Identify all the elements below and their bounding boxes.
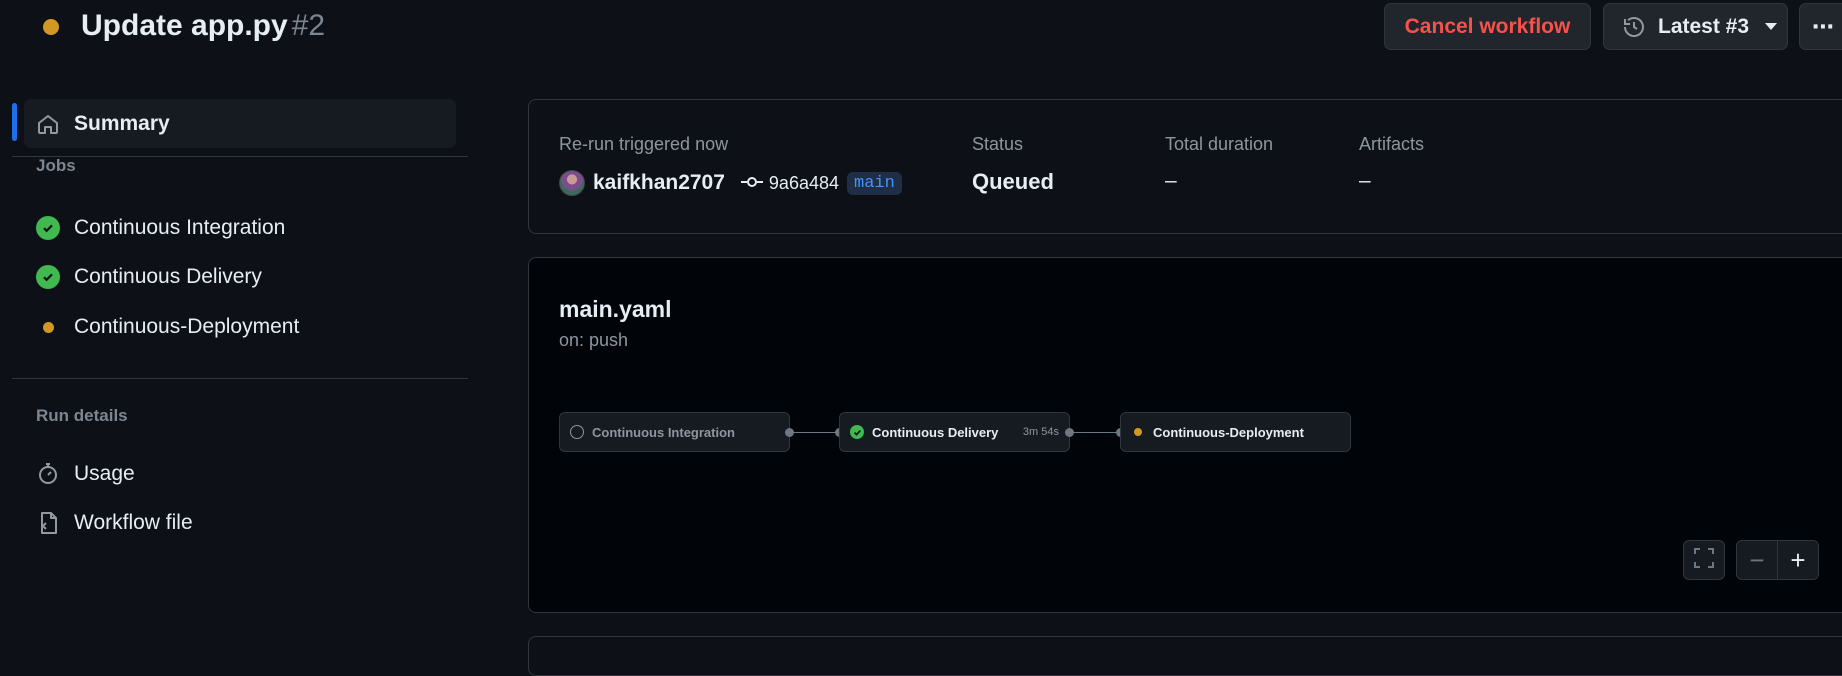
avatar[interactable] (559, 170, 585, 196)
run-number: #2 (291, 9, 326, 42)
fullscreen-icon (1693, 547, 1715, 574)
status-value: Queued (972, 169, 1054, 194)
duration-label: Total duration (1165, 134, 1274, 154)
artifacts-label: Artifacts (1359, 134, 1425, 154)
git-commit-icon (740, 173, 763, 194)
sidebar: Summary Jobs Continuous Integration Cont… (0, 56, 480, 657)
sidebar-item-label: Continuous Integration (74, 216, 286, 239)
more-options-button[interactable]: ⋯ (1799, 3, 1842, 50)
workflow-name: main.yaml (559, 296, 672, 322)
success-check-icon (36, 265, 60, 289)
zoom-controls: − + (1736, 540, 1819, 580)
queued-status-icon (1134, 428, 1142, 436)
sidebar-item-workflow-file[interactable]: Workflow file (24, 503, 456, 543)
divider (12, 378, 468, 379)
sidebar-item-label: Summary (74, 111, 170, 135)
sidebar-item-label: Usage (74, 462, 135, 485)
duration-value: – (1165, 169, 1177, 192)
divider (12, 156, 468, 157)
job-duration: 3m 54s (1022, 426, 1059, 438)
sidebar-item-usage[interactable]: Usage (24, 454, 456, 494)
actor-name[interactable]: kaifkhan2707 (593, 171, 725, 195)
queued-status-icon (36, 315, 60, 339)
latest-attempt-label: Latest #3 (1658, 14, 1750, 38)
file-code-icon (36, 511, 60, 535)
sidebar-item-job-deploy[interactable]: Continuous-Deployment (24, 307, 456, 347)
sidebar-item-job-ci[interactable]: Continuous Integration (24, 208, 456, 248)
sidebar-item-job-cd[interactable]: Continuous Delivery (24, 257, 456, 297)
run-header: Update app.py #2 Cancel workflow Latest #… (0, 0, 1842, 56)
workflow-trigger: on: push (559, 330, 629, 350)
workflow-graph-card: main.yaml on: push Continuous Integratio… (528, 257, 1842, 613)
zoom-out-button[interactable]: − (1737, 541, 1777, 579)
latest-attempt-dropdown[interactable]: Latest #3 (1603, 3, 1788, 50)
graph-job-cd[interactable]: Continuous Delivery 3m 54s (839, 412, 1070, 452)
graph-connector (791, 432, 837, 433)
graph-job-ci[interactable]: Continuous Integration (559, 412, 790, 452)
next-section-card (528, 636, 1842, 676)
graph-job-deploy[interactable]: Continuous-Deployment (1120, 412, 1351, 452)
success-check-icon (850, 425, 864, 439)
queued-status-icon (43, 19, 59, 35)
active-indicator (12, 103, 17, 141)
run-actor: kaifkhan2707 9a6a484 main (559, 170, 902, 196)
commit-sha: 9a6a484 (768, 172, 839, 193)
graph-job-label: Continuous-Deployment (1153, 424, 1304, 440)
status-label: Status (972, 134, 1024, 154)
graph-connector (1071, 432, 1117, 433)
commit-link[interactable]: 9a6a484 (740, 172, 839, 194)
branch-badge[interactable]: main (847, 171, 902, 195)
graph-job-label: Continuous Integration (592, 424, 735, 440)
graph-job-label: Continuous Delivery (872, 424, 999, 440)
sidebar-item-label: Continuous-Deployment (74, 315, 300, 338)
history-icon (1622, 15, 1646, 39)
sidebar-item-label: Workflow file (74, 511, 193, 534)
home-icon (36, 112, 60, 136)
artifacts-value: – (1359, 169, 1371, 192)
page-title: Update app.py #2 (81, 9, 325, 43)
trigger-label: Re-run triggered now (559, 134, 729, 154)
jobs-heading: Jobs (36, 156, 76, 175)
success-check-icon (36, 216, 60, 240)
sidebar-item-label: Continuous Delivery (74, 265, 262, 288)
run-summary-card: Re-run triggered now kaifkhan2707 9a6a48… (528, 99, 1842, 234)
caret-down-icon (1765, 23, 1778, 30)
cancel-workflow-button[interactable]: Cancel workflow (1384, 3, 1591, 50)
run-details-heading: Run details (36, 406, 128, 425)
pending-status-icon (570, 425, 584, 439)
zoom-in-button[interactable]: + (1777, 541, 1818, 579)
run-title: Update app.py (81, 9, 288, 42)
fullscreen-button[interactable] (1683, 540, 1725, 580)
sidebar-item-summary[interactable]: Summary (24, 99, 456, 148)
stopwatch-icon (36, 462, 60, 486)
